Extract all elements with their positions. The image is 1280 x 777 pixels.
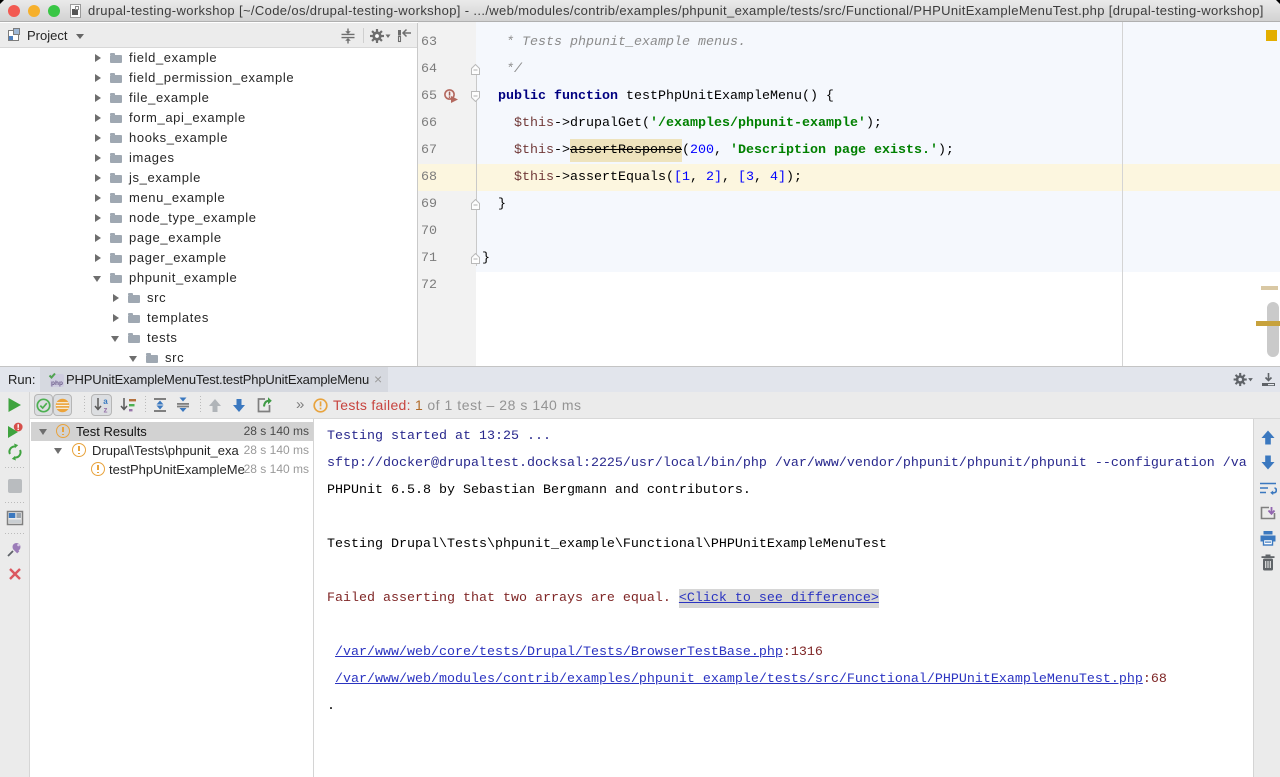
svg-text:z: z	[104, 406, 108, 415]
svg-text:php: php	[51, 380, 63, 387]
